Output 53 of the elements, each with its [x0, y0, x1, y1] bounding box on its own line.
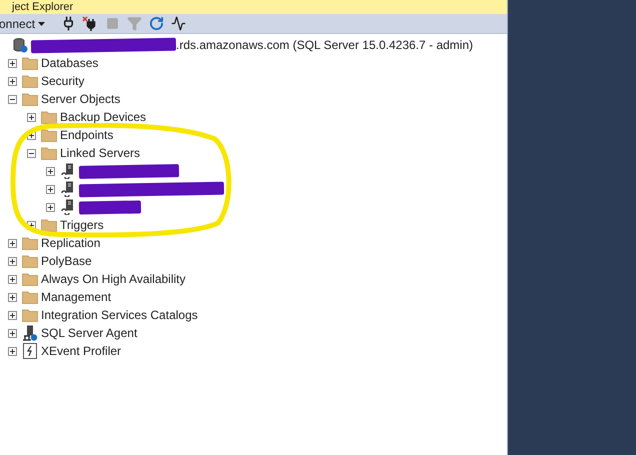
folder-icon [40, 128, 56, 142]
expand-icon[interactable] [8, 310, 17, 320]
refresh-icon[interactable] [148, 16, 164, 31]
folder-icon [22, 254, 38, 268]
expand-icon[interactable] [8, 274, 17, 284]
tree-item-label[interactable]: Endpoints [60, 126, 114, 144]
expand-icon[interactable] [8, 346, 17, 356]
linked-server-icon [60, 163, 74, 179]
linked-server-icon [60, 181, 74, 197]
panel-title: ject Explorer [10, 1, 74, 14]
folder-icon [22, 272, 38, 286]
collapse-icon[interactable] [27, 148, 36, 158]
folder-icon [40, 146, 56, 160]
tree-item-label[interactable]: Databases [41, 54, 98, 72]
caret-icon[interactable] [38, 22, 46, 26]
folder-icon [40, 218, 56, 232]
expand-icon[interactable] [46, 202, 55, 212]
collapse-icon[interactable] [8, 94, 17, 104]
expand-icon[interactable] [8, 328, 17, 338]
tree-item-label[interactable]: Backup Devices [60, 108, 146, 126]
folder-icon [22, 290, 38, 304]
expand-icon[interactable] [27, 112, 36, 122]
folder-icon [22, 56, 38, 70]
activity-icon[interactable] [170, 16, 186, 31]
tree-item-label[interactable]: .rds.amazonaws.com (SQL Server 15.0.4236.7 - admin) [176, 36, 474, 54]
linked-server-icon [60, 199, 74, 215]
folder-icon [22, 92, 38, 106]
folder-icon [22, 236, 38, 250]
folder-icon [22, 74, 38, 88]
tree-item-label[interactable]: Management [41, 288, 112, 306]
expand-icon[interactable] [8, 238, 17, 248]
expand-icon[interactable] [8, 292, 17, 302]
tree-item-label[interactable]: PolyBase [41, 252, 92, 270]
xevent-icon [22, 343, 36, 359]
expand-icon[interactable] [46, 184, 55, 194]
tree-item-label[interactable]: XEvent Profiler [41, 342, 122, 360]
tree-item-label[interactable]: Triggers [60, 216, 104, 234]
tree-item-label[interactable]: Server Objects [41, 90, 120, 108]
tree-item-label[interactable]: SQL Server Agent [41, 324, 138, 342]
tree-item-label[interactable]: Always On High Availability [41, 270, 186, 288]
folder-icon [40, 110, 56, 124]
folder-icon [22, 308, 38, 322]
tree-item-label[interactable]: Integration Services Catalogs [41, 306, 198, 324]
tree-item-label[interactable]: Security [41, 72, 84, 90]
tree-item-label[interactable]: Linked Servers [60, 144, 140, 162]
expand-icon[interactable] [46, 166, 55, 176]
disconnect-icon[interactable] [82, 16, 98, 32]
tree-item-label[interactable]: Replication [41, 234, 100, 252]
expand-icon[interactable] [8, 76, 17, 86]
agent-icon [22, 325, 38, 341]
database-icon [12, 37, 28, 53]
expand-icon[interactable] [8, 256, 17, 266]
expand-icon[interactable] [8, 58, 17, 68]
